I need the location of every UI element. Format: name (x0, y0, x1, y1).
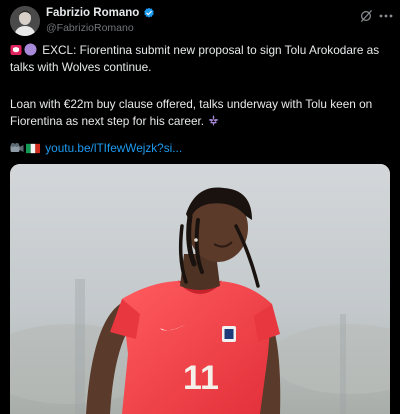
tweet-line-1: EXCL: Fiorentina submit new proposal to … (10, 43, 380, 74)
verified-icon (144, 7, 155, 18)
player-photo: 11 (10, 164, 390, 414)
more-icon[interactable] (378, 9, 394, 23)
tweet-text-paragraph-1: EXCL: Fiorentina submit new proposal to … (10, 42, 395, 76)
tweet-photo[interactable]: 11 (10, 164, 390, 414)
fleur-de-lis-icon (208, 115, 219, 126)
purple-circle-icon (24, 43, 37, 56)
camera-icon (10, 143, 24, 152)
author-name[interactable]: Fabrizio Romano (46, 7, 139, 19)
tweet-text-paragraph-2: Loan with €22m buy clause offered, talks… (10, 96, 395, 130)
red-badge-icon (10, 45, 22, 55)
grok-icon[interactable] (359, 9, 373, 23)
tweet-text-paragraph-3: youtu.be/lTIfewWejzk?si... (10, 140, 395, 157)
italy-flag-icon (26, 143, 40, 154)
tweet: Fabrizio Romano @FabrizioRomano EXCL: Fi… (0, 0, 400, 414)
youtube-link[interactable]: youtu.be/lTIfewWejzk?si... (45, 141, 182, 155)
tweet-line-2: Loan with €22m buy clause offered, talks… (10, 97, 373, 128)
jersey-number: 11 (183, 359, 219, 397)
avatar[interactable] (10, 6, 40, 36)
author-handle[interactable]: @FabrizioRomano (46, 22, 134, 34)
